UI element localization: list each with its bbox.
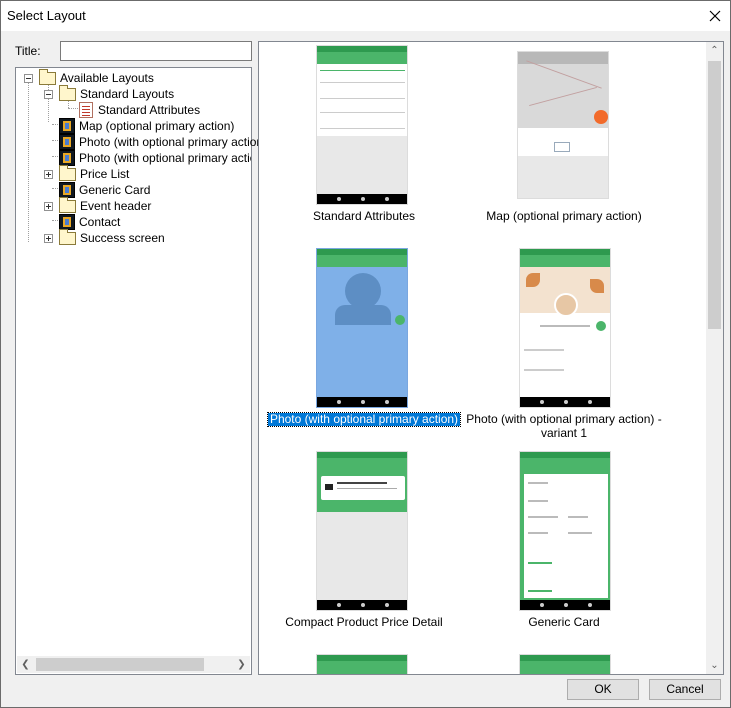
title-input[interactable]	[60, 41, 252, 61]
title-label: Title:	[15, 44, 41, 58]
tree-item-standard-layouts[interactable]: Standard Layouts	[16, 85, 246, 102]
tree-item-label: Map (optional primary action)	[79, 119, 235, 133]
scroll-right-icon[interactable]: ❯	[233, 656, 250, 673]
layout-icon	[59, 118, 75, 134]
select-layout-dialog: Select Layout Title: Available Layouts S…	[0, 0, 731, 708]
tree-item-label: Standard Layouts	[80, 87, 175, 101]
layout-icon	[59, 134, 75, 150]
folder-icon	[59, 165, 76, 181]
thumbnail-photo[interactable]	[316, 248, 408, 408]
tree-item-photo-variant[interactable]: Photo (with optional primary action) -	[16, 150, 251, 166]
thumbnail-photo-variant[interactable]	[519, 248, 611, 408]
scroll-thumb[interactable]	[36, 658, 204, 671]
expand-icon[interactable]	[44, 234, 53, 243]
tree-item-label: Standard Attributes	[98, 103, 201, 117]
tree-item-map[interactable]: Map (optional primary action)	[16, 118, 251, 134]
layout-card-compact-product[interactable]: Compact Product Price Detail	[259, 615, 469, 629]
layout-tree[interactable]: Available Layouts Standard Layouts Stand…	[15, 67, 267, 675]
thumbnail-partial-2[interactable]	[519, 654, 611, 674]
layout-preview-gallery[interactable]: Standard Attributes Map (optional primar…	[258, 41, 724, 675]
tree-item-label: Photo (with optional primary action)	[79, 135, 268, 149]
thumbnail-generic-card[interactable]	[519, 451, 611, 611]
cancel-button[interactable]: Cancel	[649, 679, 721, 700]
tree-item-label: Success screen	[80, 231, 165, 245]
layout-caption-line2: variant 1	[540, 426, 588, 440]
close-icon	[709, 10, 721, 22]
tree-item-label: Generic Card	[79, 183, 151, 197]
folder-icon	[59, 85, 76, 101]
scroll-up-icon[interactable]: ⌃	[706, 42, 723, 59]
expand-icon[interactable]	[44, 170, 53, 179]
layout-card-photo-variant[interactable]: Photo (with optional primary action) - v…	[459, 412, 669, 440]
scroll-thumb[interactable]	[708, 61, 721, 329]
expand-icon[interactable]	[44, 202, 53, 211]
tree-item-contact[interactable]: Contact	[16, 214, 246, 230]
layout-caption: Standard Attributes	[312, 209, 416, 223]
layout-caption: Photo (with optional primary action) -	[466, 412, 662, 426]
tree-item-generic-card[interactable]: Generic Card	[16, 182, 246, 198]
tree-item-label: Event header	[80, 199, 152, 213]
tree-item-price-list[interactable]: Price List	[16, 165, 246, 182]
tree-horizontal-scrollbar[interactable]: ❮ ❯	[17, 656, 250, 673]
layout-card-generic-card[interactable]: Generic Card	[459, 615, 669, 629]
window-title: Select Layout	[7, 8, 86, 23]
tree-item-photo[interactable]: Photo (with optional primary action)	[16, 134, 267, 150]
ok-button[interactable]: OK	[567, 679, 639, 700]
thumbnail-standard-attributes[interactable]	[316, 45, 408, 205]
layout-caption: Photo (with optional primary action)	[266, 412, 462, 427]
folder-icon	[39, 69, 56, 85]
layout-card-photo[interactable]: Photo (with optional primary action)	[259, 412, 469, 427]
thumbnail-map[interactable]	[517, 51, 609, 199]
gallery-vertical-scrollbar[interactable]: ⌃ ⌄	[706, 42, 723, 674]
layout-card-standard-attributes[interactable]: Standard Attributes	[259, 209, 469, 223]
collapse-icon[interactable]	[24, 74, 33, 83]
collapse-icon[interactable]	[44, 90, 53, 99]
layout-caption: Generic Card	[528, 615, 600, 629]
folder-icon	[59, 229, 76, 245]
layout-caption: Compact Product Price Detail	[285, 615, 443, 629]
title-bar: Select Layout	[1, 1, 730, 31]
layout-card-map[interactable]: Map (optional primary action)	[459, 209, 669, 223]
tree-item-label: Available Layouts	[60, 71, 154, 85]
folder-icon	[59, 197, 76, 213]
layout-icon	[59, 214, 75, 230]
layout-icon	[59, 150, 75, 166]
tree-item-label: Photo (with optional primary action) -	[79, 151, 251, 165]
tree-item-available-layouts[interactable]: Available Layouts	[16, 69, 246, 86]
scroll-left-icon[interactable]: ❮	[17, 656, 34, 673]
tree-item-label: Contact	[79, 215, 121, 229]
tree-item-standard-attributes[interactable]: Standard Attributes	[16, 102, 246, 118]
close-button[interactable]	[700, 1, 730, 31]
tree-item-success-screen[interactable]: Success screen	[16, 229, 246, 246]
thumbnail-compact-product[interactable]	[316, 451, 408, 611]
tree-item-label: Price List	[80, 167, 130, 181]
thumbnail-partial-1[interactable]	[316, 654, 408, 674]
layout-caption: Map (optional primary action)	[486, 209, 642, 223]
tree-item-event-header[interactable]: Event header	[16, 197, 246, 214]
document-icon	[79, 102, 93, 118]
scroll-down-icon[interactable]: ⌄	[706, 657, 723, 674]
layout-icon	[59, 182, 75, 198]
